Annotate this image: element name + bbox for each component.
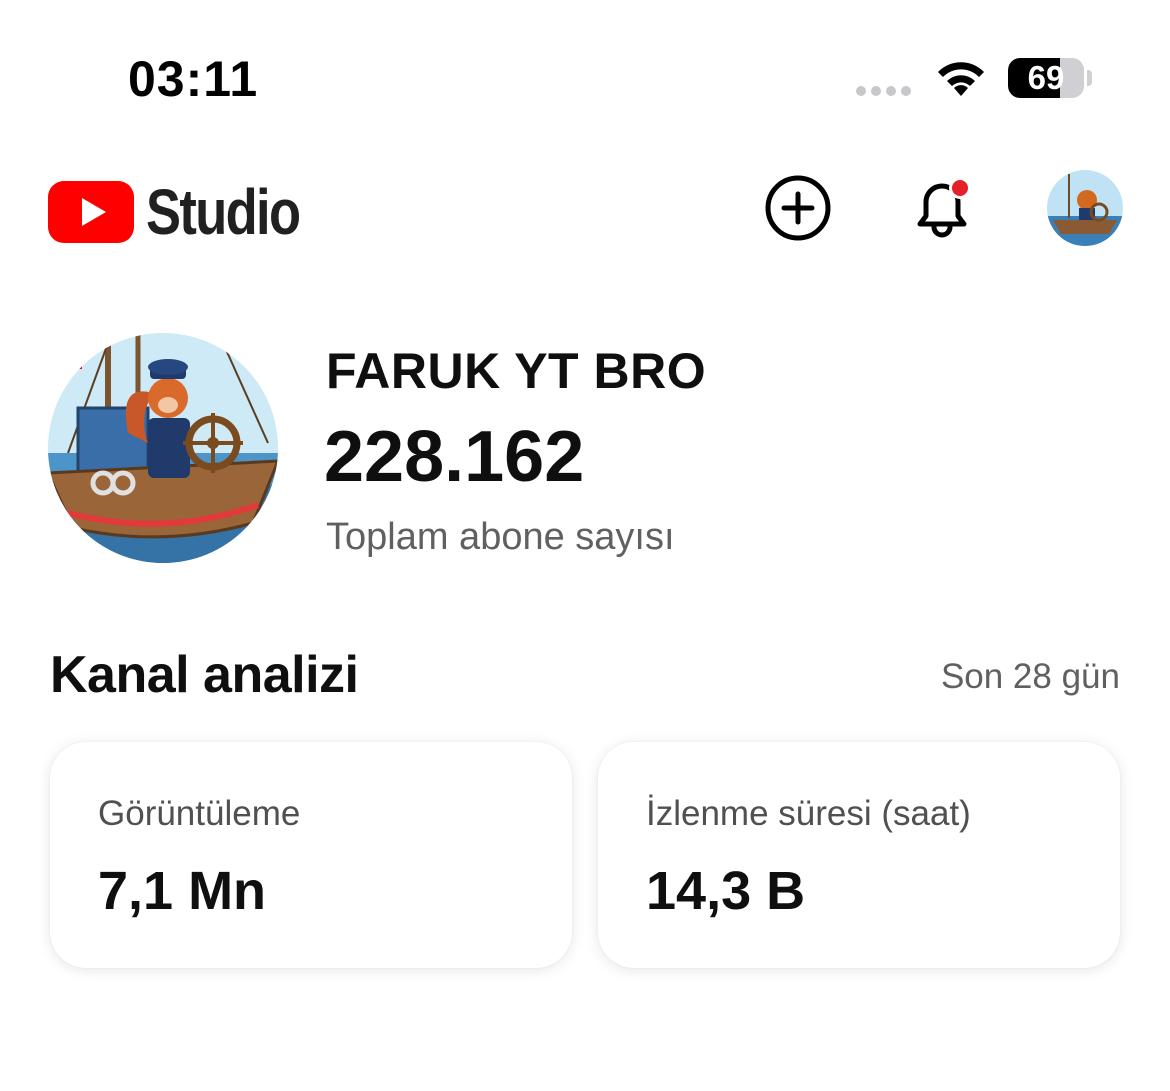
channel-avatar[interactable] [48, 333, 278, 563]
analytics-title: Kanal analizi [50, 646, 359, 704]
wifi-icon [934, 58, 988, 103]
account-avatar[interactable] [1047, 170, 1123, 246]
logo-text: Studio [146, 176, 301, 248]
cellular-signal-icon [856, 86, 911, 96]
channel-name: FARUK YT BRO [326, 343, 707, 399]
notification-dot [952, 180, 968, 196]
create-button[interactable] [762, 172, 834, 244]
watch-time-value: 14,3 B [646, 861, 806, 921]
subscriber-count: 228.162 [324, 417, 585, 497]
subscriber-label: Toplam abone sayısı [326, 516, 675, 558]
views-card[interactable]: Görüntüleme 7,1 Mn [50, 742, 572, 968]
status-bar: 03:11 69 [0, 0, 1170, 150]
notifications-bell-icon [917, 177, 971, 238]
watch-time-card[interactable]: İzlenme süresi (saat) 14,3 B [598, 742, 1120, 968]
youtube-play-icon [48, 181, 134, 243]
channel-summary: FARUK YT BRO 228.162 Toplam abone sayısı [0, 330, 1170, 570]
app-header: Studio [0, 150, 1170, 270]
studio-logo[interactable]: Studio [48, 175, 333, 249]
views-label: Görüntüleme [98, 794, 301, 833]
analytics-period: Son 28 gün [940, 657, 1120, 696]
views-value: 7,1 Mn [98, 861, 267, 921]
status-time: 03:11 [128, 51, 259, 107]
create-icon [765, 175, 831, 241]
notifications-button[interactable] [906, 172, 978, 244]
battery-icon: 69 [1008, 58, 1084, 98]
battery-tip [1087, 70, 1092, 86]
battery-percent: 69 [1027, 59, 1065, 96]
watch-time-label: İzlenme süresi (saat) [646, 794, 971, 833]
